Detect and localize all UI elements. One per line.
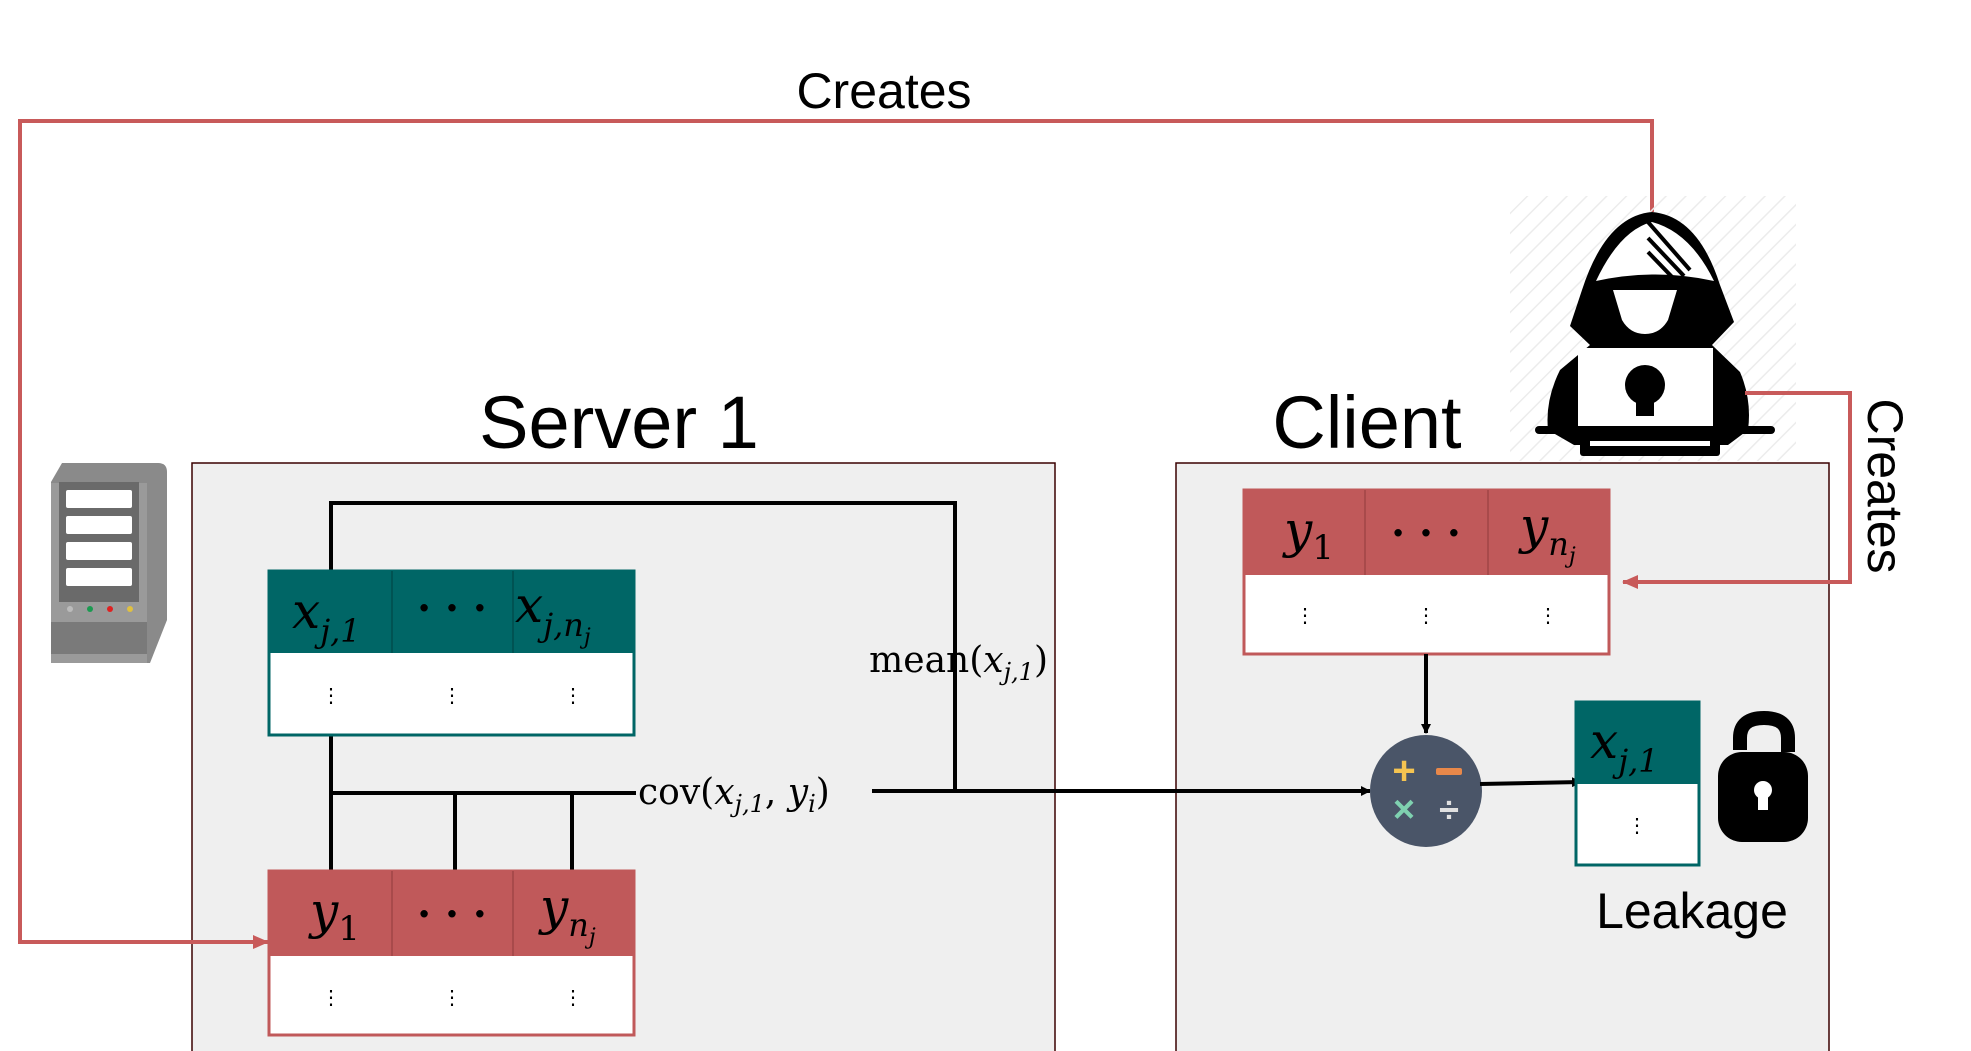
svg-text:⋮: ⋮ [563,683,583,707]
svg-text:⋮: ⋮ [442,683,462,707]
cov-label: cov(xj,1, yi) [638,772,830,818]
svg-text:⋮: ⋮ [442,985,462,1009]
svg-text:⋮: ⋮ [1538,603,1558,627]
svg-text:×: × [1393,789,1415,831]
server-feature-table: xj,1 · · · xj,nj ⋮ ⋮ ⋮ [267,569,636,737]
creates-label-top: Creates [796,63,971,119]
svg-text:+: + [1392,749,1415,793]
header-ellipsis: · · · [417,585,487,632]
svg-text:⋮: ⋮ [321,985,341,1009]
creates-label-side: Creates [1857,398,1913,573]
svg-text:⋮: ⋮ [1627,813,1647,837]
svg-text:⋮: ⋮ [321,683,341,707]
svg-text:· · ·: · · · [1391,510,1461,557]
client-label-table: y1 · · · ynj ⋮ ⋮ ⋮ [1242,488,1611,656]
server-icon [51,463,167,663]
server-label-table: y1 · · · ynj ⋮ ⋮ ⋮ [267,869,636,1037]
svg-text:⋮: ⋮ [563,985,583,1009]
hacker-icon [1510,196,1796,461]
svg-text:⋮: ⋮ [1295,603,1315,627]
server-title: Server 1 [479,381,759,464]
diagram-canvas: Server 1 Client Creates mean(xj,1) cov(x… [18,63,1913,1051]
leakage-label: Leakage [1596,883,1788,939]
svg-text:⋮: ⋮ [1416,603,1436,627]
diagram-root: Server 1 Client Creates mean(xj,1) cov(x… [0,0,1971,1051]
svg-text:· · ·: · · · [417,891,487,938]
leakage-table: xj,1 ⋮ [1574,700,1701,867]
svg-text:÷: ÷ [1439,789,1459,830]
calculator-to-leakage-arrow [1479,777,1582,788]
client-title: Client [1272,381,1462,464]
calculator-icon: + × ÷ [1370,735,1482,847]
